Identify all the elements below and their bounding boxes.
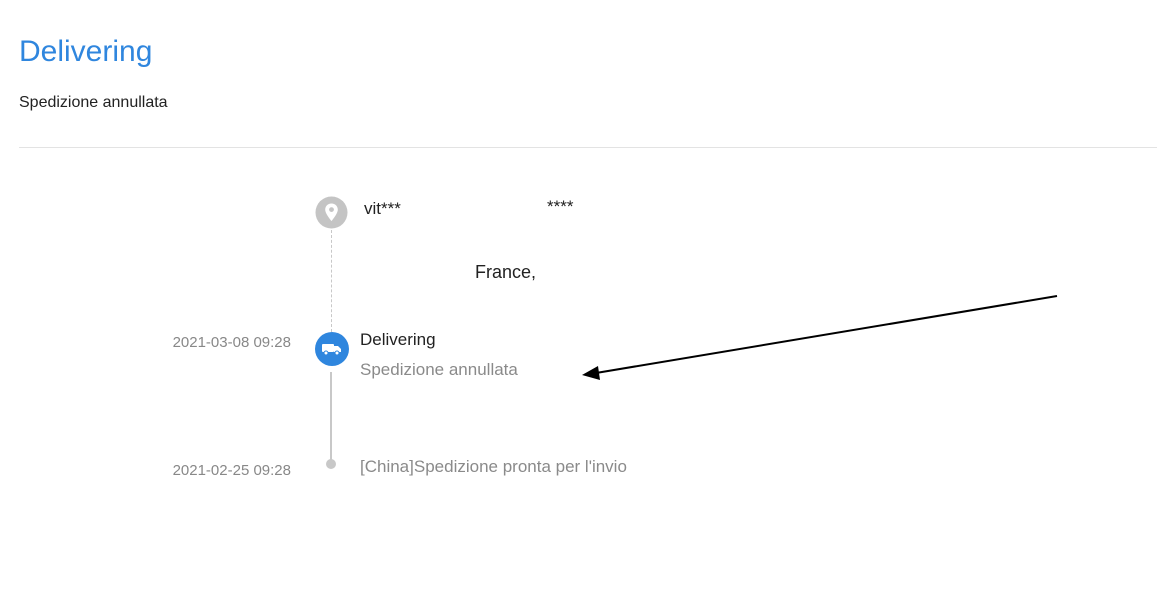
status-subtitle: Spedizione annullata bbox=[19, 94, 168, 111]
divider bbox=[19, 147, 1157, 148]
status-title: Delivering bbox=[19, 35, 153, 68]
event-time: 2021-03-08 09:28 bbox=[172, 334, 291, 351]
event-time: 2021-02-25 09:28 bbox=[172, 462, 291, 479]
address-recipient: vit*** bbox=[364, 199, 401, 218]
truck-icon bbox=[315, 332, 349, 366]
event-description: Spedizione annullata bbox=[360, 360, 518, 379]
annotation-arrow bbox=[582, 295, 1058, 380]
timeline-solid-connector bbox=[330, 372, 332, 462]
dot-icon bbox=[326, 459, 336, 469]
address-country: France, bbox=[475, 262, 537, 282]
timeline-dashed-connector bbox=[331, 230, 332, 332]
location-pin-icon bbox=[315, 196, 348, 229]
event-description: [China]Spedizione pronta per l'invio bbox=[360, 457, 627, 476]
address-masked: **** bbox=[547, 197, 574, 216]
event-title: Delivering bbox=[360, 330, 436, 349]
